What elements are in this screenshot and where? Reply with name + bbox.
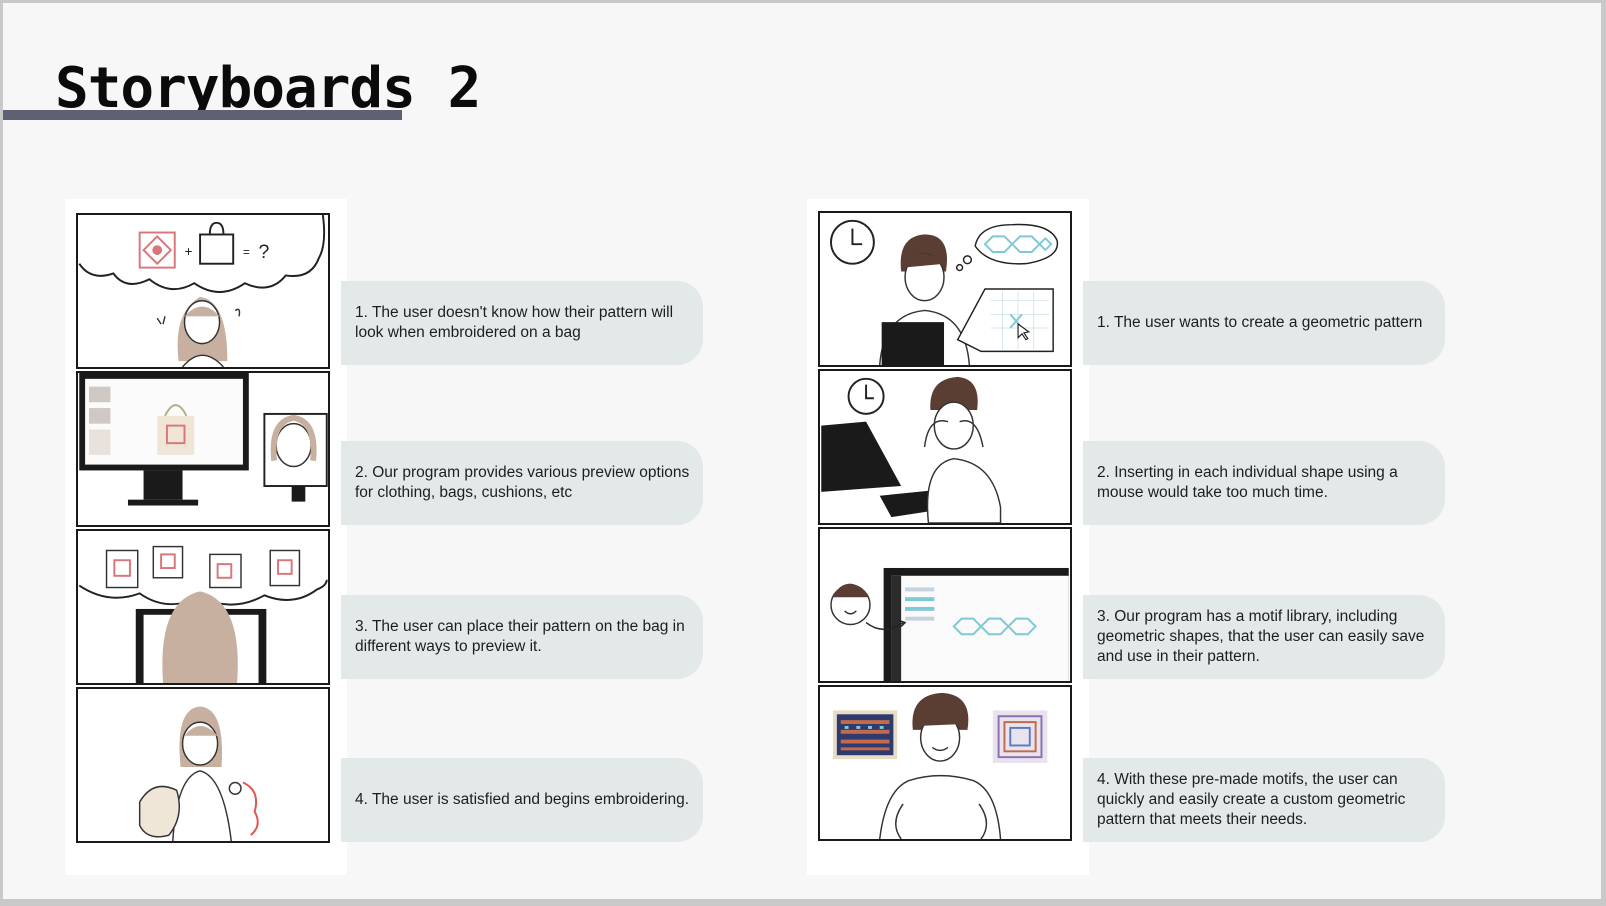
right-panel-2-illustration (818, 369, 1072, 525)
right-panel-4-illustration (818, 685, 1072, 841)
right-caption-4-text: 4. With these pre-made motifs, the user … (1097, 771, 1406, 828)
left-caption-1: 1. The user doesn't know how their patte… (341, 281, 703, 365)
title-underline (3, 110, 402, 120)
frustrated-user-illustration (821, 376, 1002, 523)
plus-symbol: + (184, 244, 192, 259)
motif-library-illustration (830, 567, 1069, 681)
left-caption-4: 4. The user is satisfied and begins embr… (341, 758, 703, 842)
left-caption-3: 3. The user can place their pattern on t… (341, 595, 703, 679)
thought-bubble-illustration: + = ? (78, 215, 326, 367)
right-caption-3: 3. Our program has a motif library, incl… (1083, 595, 1445, 679)
slide: Storyboards 2 + = ? 1. The user doesn't … (3, 3, 1601, 899)
right-caption-2-text: 2. Inserting in each individual shape us… (1097, 464, 1398, 501)
left-caption-1-text: 1. The user doesn't know how their patte… (355, 304, 674, 341)
left-caption-2-text: 2. Our program provides various preview … (355, 464, 690, 501)
right-caption-1-text: 1. The user wants to create a geometric … (1097, 314, 1423, 331)
left-caption-4-text: 4. The user is satisfied and begins embr… (355, 791, 690, 808)
left-caption-2: 2. Our program provides various preview … (341, 441, 703, 525)
question-symbol: ? (259, 241, 270, 263)
left-caption-3-text: 3. The user can place their pattern on t… (355, 618, 685, 655)
right-caption-1: 1. The user wants to create a geometric … (1083, 281, 1445, 365)
monitor-preview-illustration (79, 373, 328, 506)
satisfied-user-illustration (832, 692, 1048, 839)
right-panel-3-illustration (818, 527, 1072, 683)
right-panel-1-illustration (818, 211, 1072, 367)
left-panel-2-illustration (76, 371, 330, 527)
left-storyboard: + = ? 1. The user doesn't know how their… (65, 199, 703, 875)
left-panel-1-illustration: + = ? (76, 213, 330, 369)
right-caption-4: 4. With these pre-made motifs, the user … (1083, 758, 1445, 842)
right-caption-2: 2. Inserting in each individual shape us… (1083, 441, 1445, 525)
right-storyboard: 1. The user wants to create a geometric … (807, 199, 1445, 875)
left-panel-4-illustration (76, 687, 330, 843)
geometric-thought-illustration (830, 219, 1059, 365)
left-panel-3-illustration (76, 529, 330, 685)
bags-thought-illustration (78, 545, 328, 683)
embroidering-illustration (138, 706, 259, 841)
equals-symbol: = (243, 246, 250, 259)
right-caption-3-text: 3. Our program has a motif library, incl… (1097, 608, 1425, 665)
